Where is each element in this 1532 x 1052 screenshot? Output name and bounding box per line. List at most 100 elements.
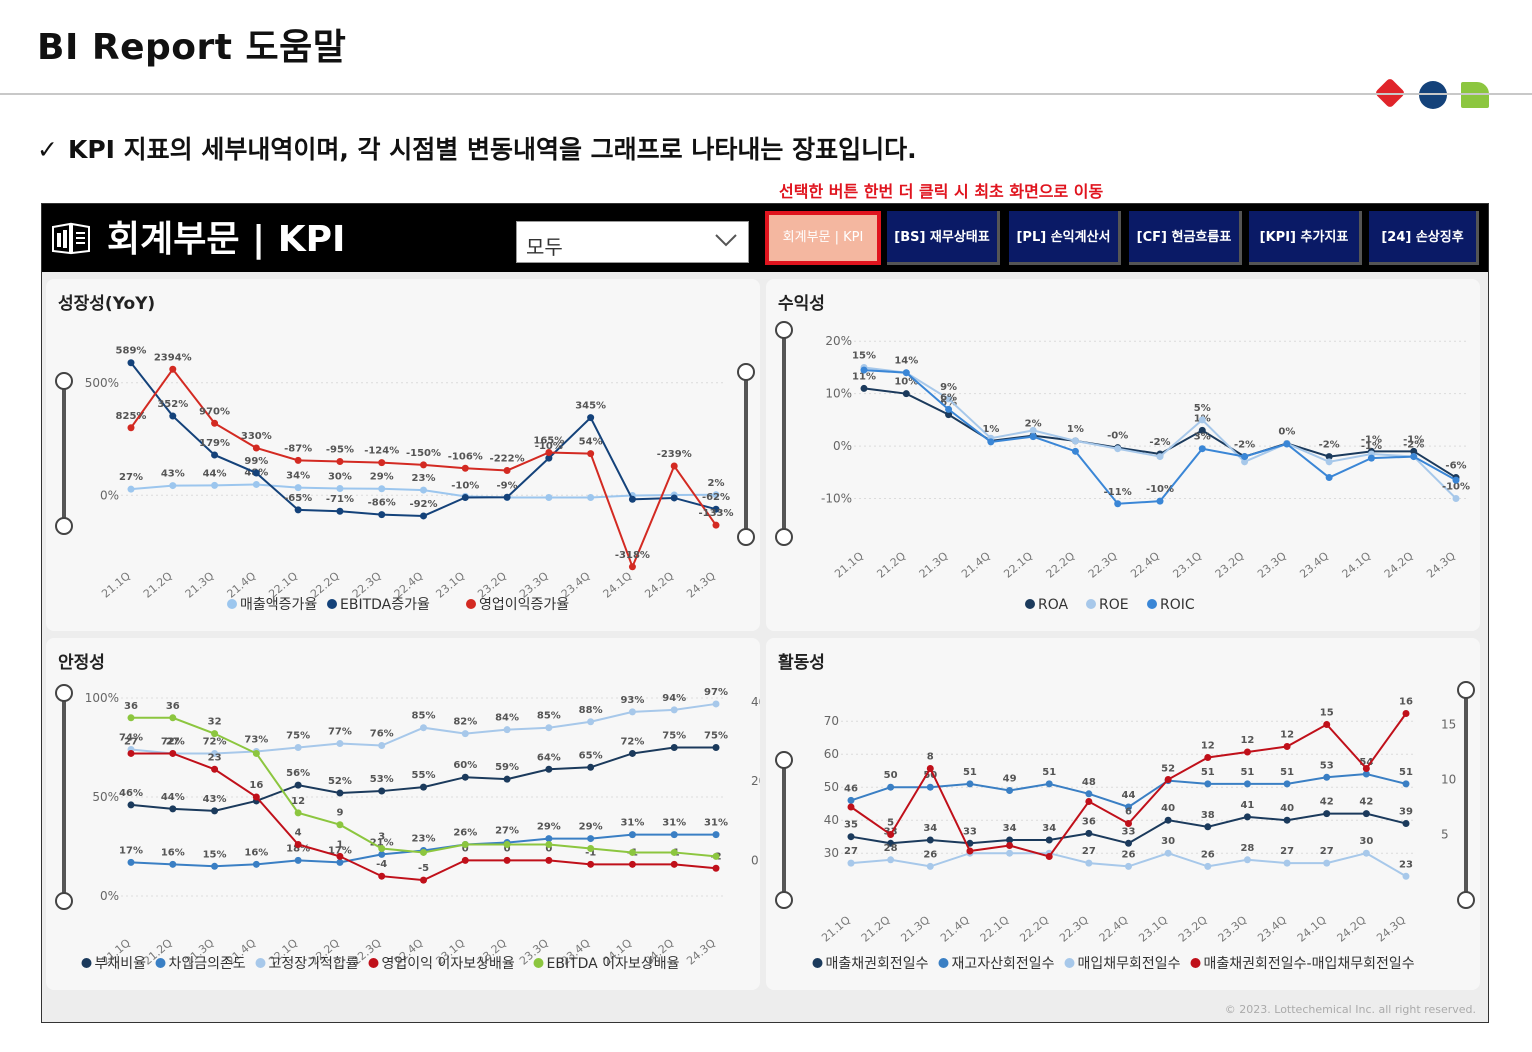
data-label: 46: [844, 783, 858, 794]
data-point: [294, 506, 302, 514]
data-label: 970%: [199, 406, 230, 417]
data-label: 330%: [241, 431, 272, 442]
data-point: [336, 740, 344, 748]
data-label: 23%: [412, 473, 436, 484]
data-point: [1204, 754, 1212, 761]
data-label: -92%: [409, 499, 437, 510]
data-point: [712, 831, 720, 839]
data-point: [587, 494, 595, 501]
data-point: [1164, 776, 1172, 783]
data-label: 589%: [116, 346, 147, 357]
y2-tick-label: 5: [1441, 828, 1449, 842]
data-label: 179%: [199, 438, 230, 449]
x-tick-label: 22.1Q: [978, 913, 1012, 944]
x-tick-label: 22.4Q: [392, 569, 426, 600]
data-point: [1283, 743, 1291, 750]
data-point: [378, 742, 386, 750]
panel-stability: 안정성 100%50%0%4020021.1Q21.2Q21.3Q21.4Q22…: [46, 638, 760, 990]
nav-kpi-button[interactable]: 회계부문 | KPI: [765, 211, 881, 265]
data-label: 29%: [579, 822, 603, 833]
data-point: [1029, 433, 1037, 441]
data-point: [503, 841, 511, 849]
data-point: [1045, 853, 1053, 860]
legend-label: EBITDA증가율: [340, 597, 430, 613]
nav-kpi-extra-button[interactable]: [KPI] 추가지표: [1249, 211, 1362, 265]
data-point: [378, 872, 386, 880]
data-point: [211, 765, 219, 773]
description-text: KPI 지표의 세부내역이며, 각 시점별 변동내역을 그래프로 나타내는 장표…: [67, 135, 917, 164]
data-label: 34%: [286, 471, 310, 482]
data-label: 31%: [662, 818, 686, 829]
data-point: [587, 860, 595, 868]
y-tick-label: 100%: [85, 691, 119, 705]
legend-label: 영업이익증가율: [479, 597, 569, 613]
x-tick-label: 21.2Q: [859, 913, 893, 944]
data-point: [127, 801, 135, 809]
data-point: [420, 848, 427, 856]
division-dropdown[interactable]: 모두: [516, 221, 749, 263]
data-point: [1402, 710, 1410, 717]
data-point: [1085, 790, 1093, 798]
data-point: [420, 724, 427, 732]
nav-impairment-button[interactable]: [24] 손상징후: [1369, 211, 1479, 265]
data-point: [1362, 765, 1370, 772]
book-icon: [52, 222, 90, 255]
nav-pl-button[interactable]: [PL] 손익계산서: [1009, 211, 1121, 265]
data-point: [902, 369, 910, 377]
nav-bs-button[interactable]: [BS] 재무상태표: [887, 211, 1000, 265]
y-tick-label: 70: [824, 714, 839, 728]
data-label: 40: [1280, 803, 1294, 814]
legend-label: ROIC: [1160, 597, 1195, 613]
data-label: -5: [418, 863, 429, 874]
data-label: 64%: [537, 752, 561, 763]
data-point: [847, 803, 855, 811]
y-tick-label: -10%: [821, 492, 852, 506]
range-slider-left-handle: [55, 684, 73, 702]
data-label: 27: [844, 846, 858, 857]
data-label: 12: [1280, 730, 1294, 741]
data-label: 23: [1399, 859, 1413, 870]
data-label: -106%: [448, 451, 483, 462]
data-label: 53: [1320, 760, 1334, 771]
hint-text: 선택한 버튼 한번 더 클릭 시 최초 화면으로 이동: [779, 182, 1104, 201]
data-label: -10%: [451, 481, 479, 492]
nav-cf-button[interactable]: [CF] 현금흐름표: [1129, 211, 1242, 265]
data-label: 27%: [495, 826, 519, 837]
data-point: [378, 511, 386, 519]
y-tick-label: 20%: [825, 334, 852, 348]
data-label: 31%: [620, 818, 644, 829]
data-label: 59%: [495, 762, 519, 773]
data-point: [860, 366, 868, 374]
data-point: [670, 860, 678, 868]
data-point: [1198, 416, 1206, 424]
legend-marker: [938, 958, 949, 968]
x-tick-label: 22.2Q: [1017, 913, 1051, 944]
y-tick-label: 0%: [833, 439, 852, 453]
x-tick-label: 23.2Q: [1213, 549, 1247, 580]
data-point: [887, 783, 895, 791]
data-label: -124%: [364, 446, 399, 457]
data-point: [169, 365, 177, 373]
x-tick-label: 24.3Q: [684, 936, 718, 967]
data-point: [503, 467, 511, 474]
data-label: -133%: [698, 508, 733, 519]
data-point: [1243, 748, 1251, 756]
data-label: 31%: [704, 818, 728, 829]
data-point: [1452, 495, 1460, 503]
range-slider-left-handle: [775, 891, 793, 909]
x-tick-label: 24.3Q: [1374, 913, 1408, 944]
data-label: 3%: [1194, 432, 1211, 443]
data-point: [1085, 798, 1093, 805]
x-tick-label: 21.1Q: [819, 913, 853, 944]
data-point: [712, 521, 720, 529]
data-label: 17%: [119, 845, 143, 856]
legend-label: 매입채무회전일수: [1078, 956, 1181, 972]
data-label: -62%: [702, 492, 730, 503]
data-label: 825%: [116, 411, 147, 422]
x-tick-label: 23.3Q: [1216, 913, 1250, 944]
copyright-footer: © 2023. Lottechemical Inc. all right res…: [1224, 1003, 1476, 1016]
data-point: [1402, 820, 1410, 827]
data-label: 27: [166, 736, 180, 747]
data-label: 35: [844, 820, 858, 831]
x-tick-label: 21.1Q: [99, 569, 133, 600]
